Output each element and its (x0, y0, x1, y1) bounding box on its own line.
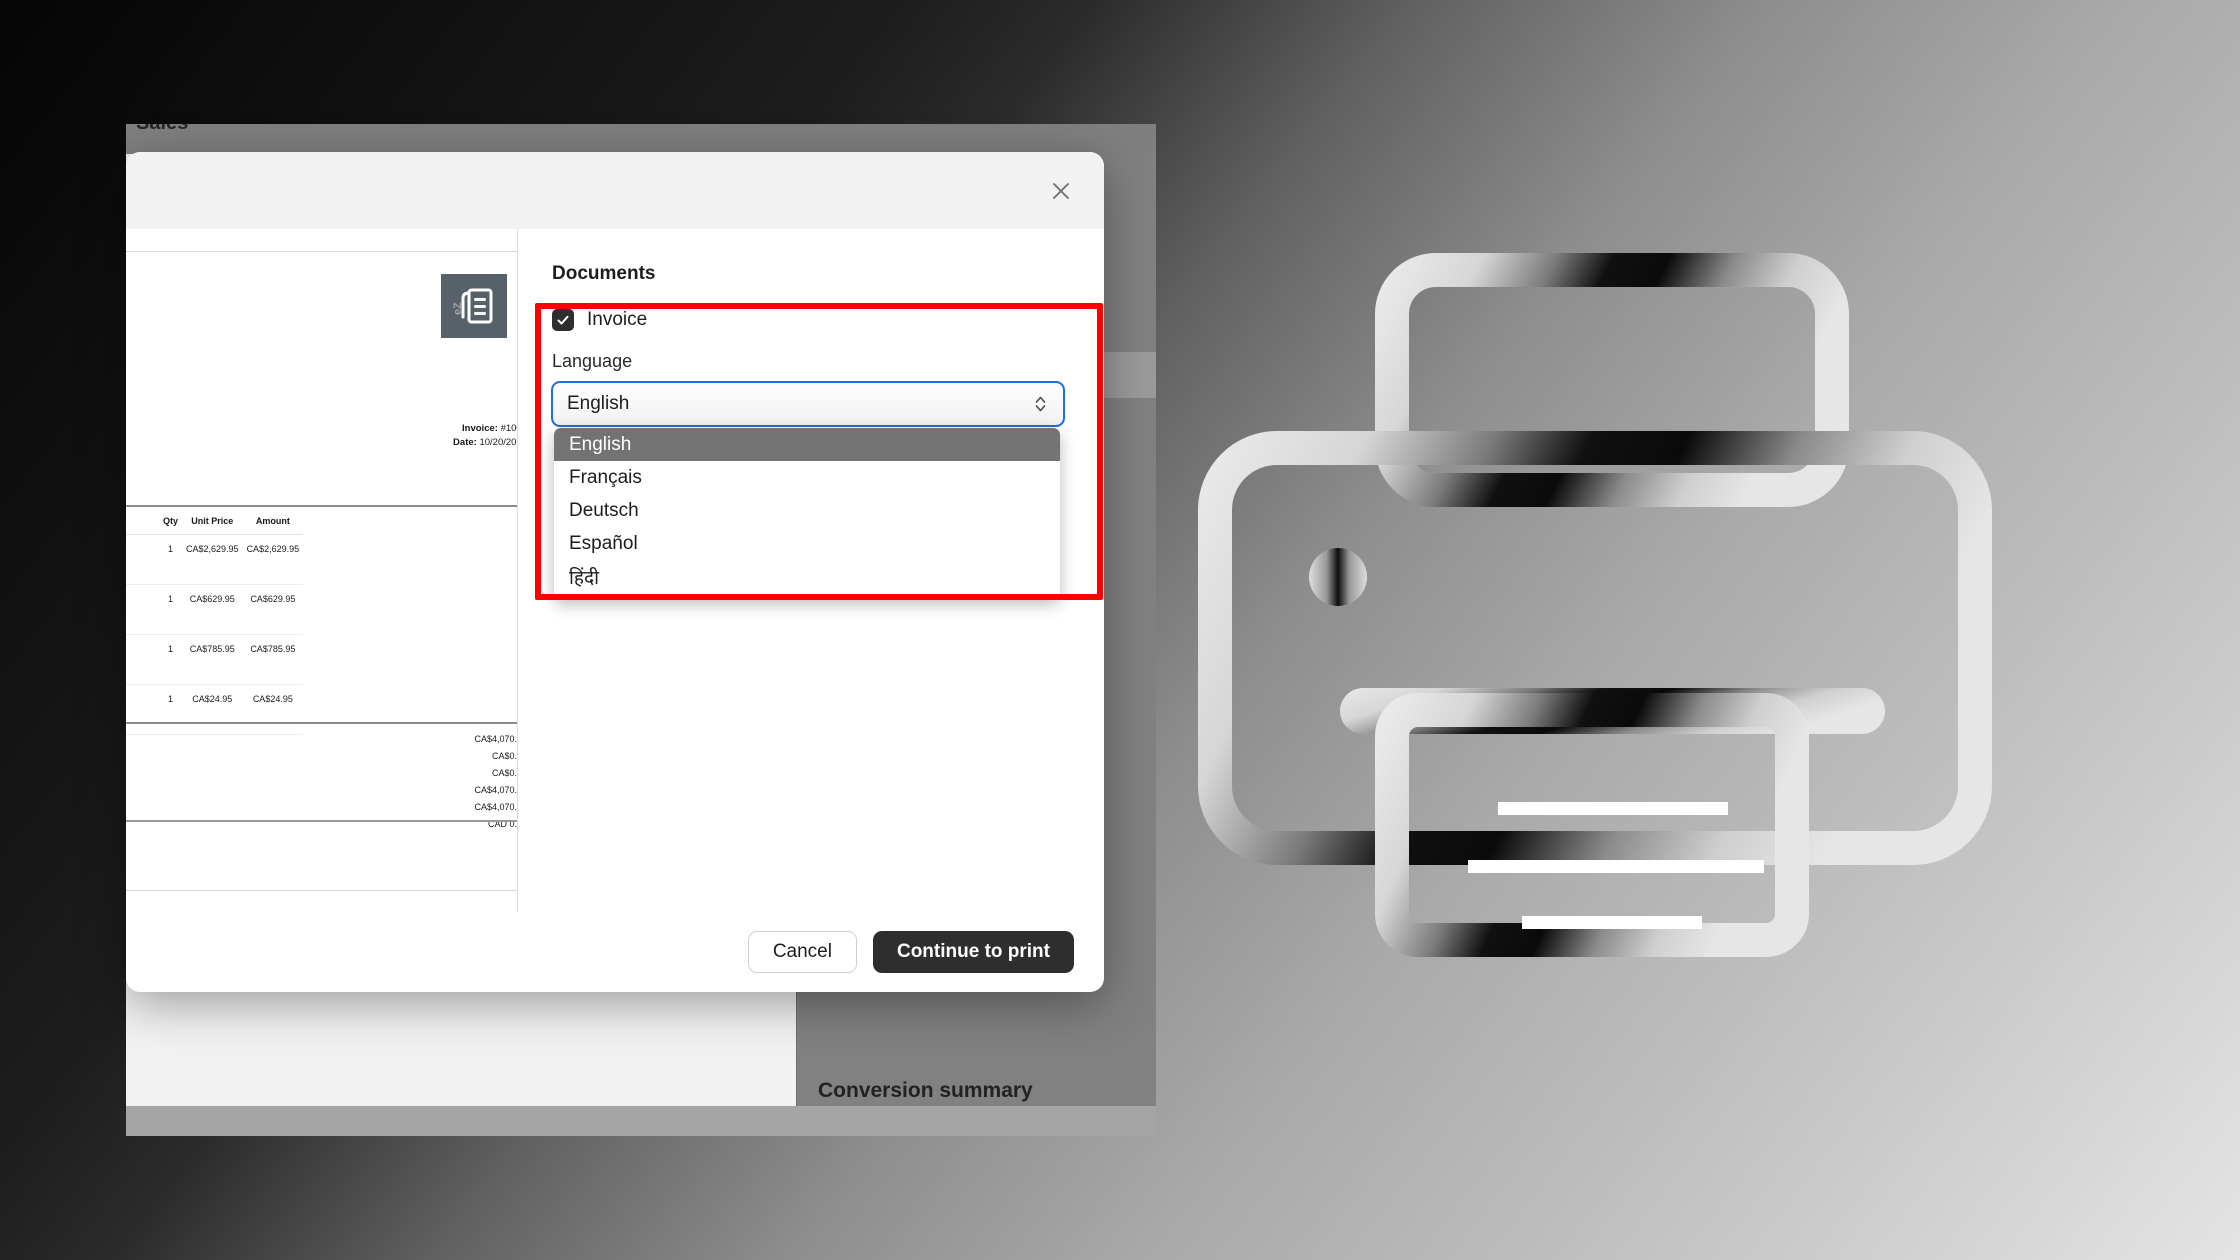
ez-document-logo-icon: eZ (441, 274, 507, 338)
column-header-qty: Qty (159, 510, 183, 535)
invoice-meta-block: Invoice: #1005 Date: 10/20/2024 (453, 422, 517, 451)
cell-amount: CA$24.95 (242, 684, 304, 735)
print-dialog: eZ PAID Ship To: Receiving Department 15… (126, 152, 1104, 992)
invoice-divider (126, 505, 517, 507)
column-header-amount: Amount (242, 510, 304, 535)
cell-amount: CA$629.95 (242, 584, 304, 635)
column-header-unit-price: Unit Price (182, 510, 243, 535)
language-option-francais[interactable]: Français (554, 461, 1060, 494)
cell-amount: CA$785.95 (242, 634, 304, 685)
total-row: CA$4,070.80 (474, 733, 517, 744)
cell-description (126, 534, 159, 585)
cancel-button[interactable]: Cancel (747, 931, 857, 973)
invoice-checkbox[interactable] (552, 309, 574, 331)
language-option-english[interactable]: English (554, 428, 1060, 461)
cell-description: Plans Ski Wax (126, 684, 159, 735)
language-options-list[interactable]: English Français Deutsch Español हिंदी (554, 428, 1060, 599)
language-option-deutsch[interactable]: Deutsch (554, 494, 1060, 527)
invoice-number-label: Invoice: (462, 423, 498, 434)
cell-unit-price: CA$24.95 (182, 684, 243, 735)
cell-unit-price: CA$785.95 (182, 634, 243, 685)
close-icon[interactable] (1044, 174, 1078, 208)
chevron-updown-icon (1034, 394, 1047, 414)
invoice-date-value: 10/20/2024 (479, 437, 517, 449)
dialog-content: eZ PAID Ship To: Receiving Department 15… (126, 229, 1104, 912)
dialog-footer: Cancel Continue to print (126, 912, 1104, 992)
language-select-value: English (567, 393, 630, 414)
cell-unit-price: CA$629.95 (182, 584, 243, 635)
cell-qty: 1 (159, 634, 183, 685)
column-header-description (126, 510, 159, 535)
app-bottom-strip (126, 1106, 1156, 1136)
app-top-strip: Sales (126, 124, 1156, 154)
invoice-items-table: Qty Unit Price Amount 1 CA$2,629.95 CA$2… (126, 510, 304, 735)
app-top-strip-label: Sales (136, 124, 188, 135)
invoice-divider (126, 722, 517, 724)
language-select[interactable]: English (551, 381, 1065, 427)
printer-icon (1180, 240, 2000, 960)
documents-heading: Documents (552, 263, 656, 284)
language-option-hindi[interactable]: हिंदी (554, 560, 1060, 593)
invoice-sheet: eZ PAID Ship To: Receiving Department 15… (126, 251, 517, 891)
invoice-preview-pane[interactable]: eZ PAID Ship To: Receiving Department 15… (126, 229, 518, 912)
check-icon (556, 313, 570, 327)
cell-qty: 1 (159, 534, 183, 585)
cell-description: ard (126, 634, 159, 685)
invoice-meta-row: Date: 10/20/2024 (453, 436, 517, 450)
invoice-number-value: #1005 (500, 423, 517, 434)
invoice-totals-block: CA$4,070.80 CA$0.00 CA$0.00 CA$4,070.80 … (474, 730, 517, 832)
table-row: 1 CA$2,629.95 CA$2,629.95 (126, 534, 304, 585)
svg-text:eZ: eZ (452, 302, 464, 315)
table-row: ard 1 CA$785.95 CA$785.95 (126, 634, 304, 685)
invoice-divider (126, 820, 517, 822)
cell-description (126, 584, 159, 635)
total-row: CA$0.00 (491, 767, 517, 778)
total-row: CA$4,070.80 (474, 801, 517, 812)
cell-qty: 1 (159, 684, 183, 735)
table-header-row: Qty Unit Price Amount (126, 510, 304, 535)
continue-to-print-button[interactable]: Continue to print (872, 931, 1074, 973)
language-select-wrapper: English English Français Deutsch Español… (551, 381, 1065, 599)
invoice-checkbox-row[interactable]: Invoice (552, 309, 1064, 331)
total-row: CA$4,070.80 (474, 784, 517, 795)
invoice-date-label: Date: (453, 437, 477, 449)
invoice-checkbox-label: Invoice (587, 309, 648, 330)
total-row: CA$0.00 (491, 750, 517, 761)
background-conversion-summary-label: Conversion summary (818, 1079, 1033, 1102)
total-row-balance-due: CAD 0.00 (487, 818, 517, 829)
language-option-espanol[interactable]: Español (554, 527, 1060, 560)
cell-amount: CA$2,629.95 (242, 534, 304, 585)
language-label: Language (552, 351, 633, 371)
table-row: Plans Ski Wax 1 CA$24.95 CA$24.95 (126, 684, 304, 735)
dialog-header (126, 152, 1104, 229)
desktop-backdrop: Sales No PO number Conversion summary (0, 0, 2240, 1260)
print-options-pane: Documents Invoice Language English Engli… (518, 229, 1104, 912)
invoice-meta-row: Invoice: #1005 (453, 422, 517, 436)
cell-qty: 1 (159, 584, 183, 635)
cell-unit-price: CA$2,629.95 (182, 534, 243, 585)
table-row: 1 CA$629.95 CA$629.95 (126, 584, 304, 635)
